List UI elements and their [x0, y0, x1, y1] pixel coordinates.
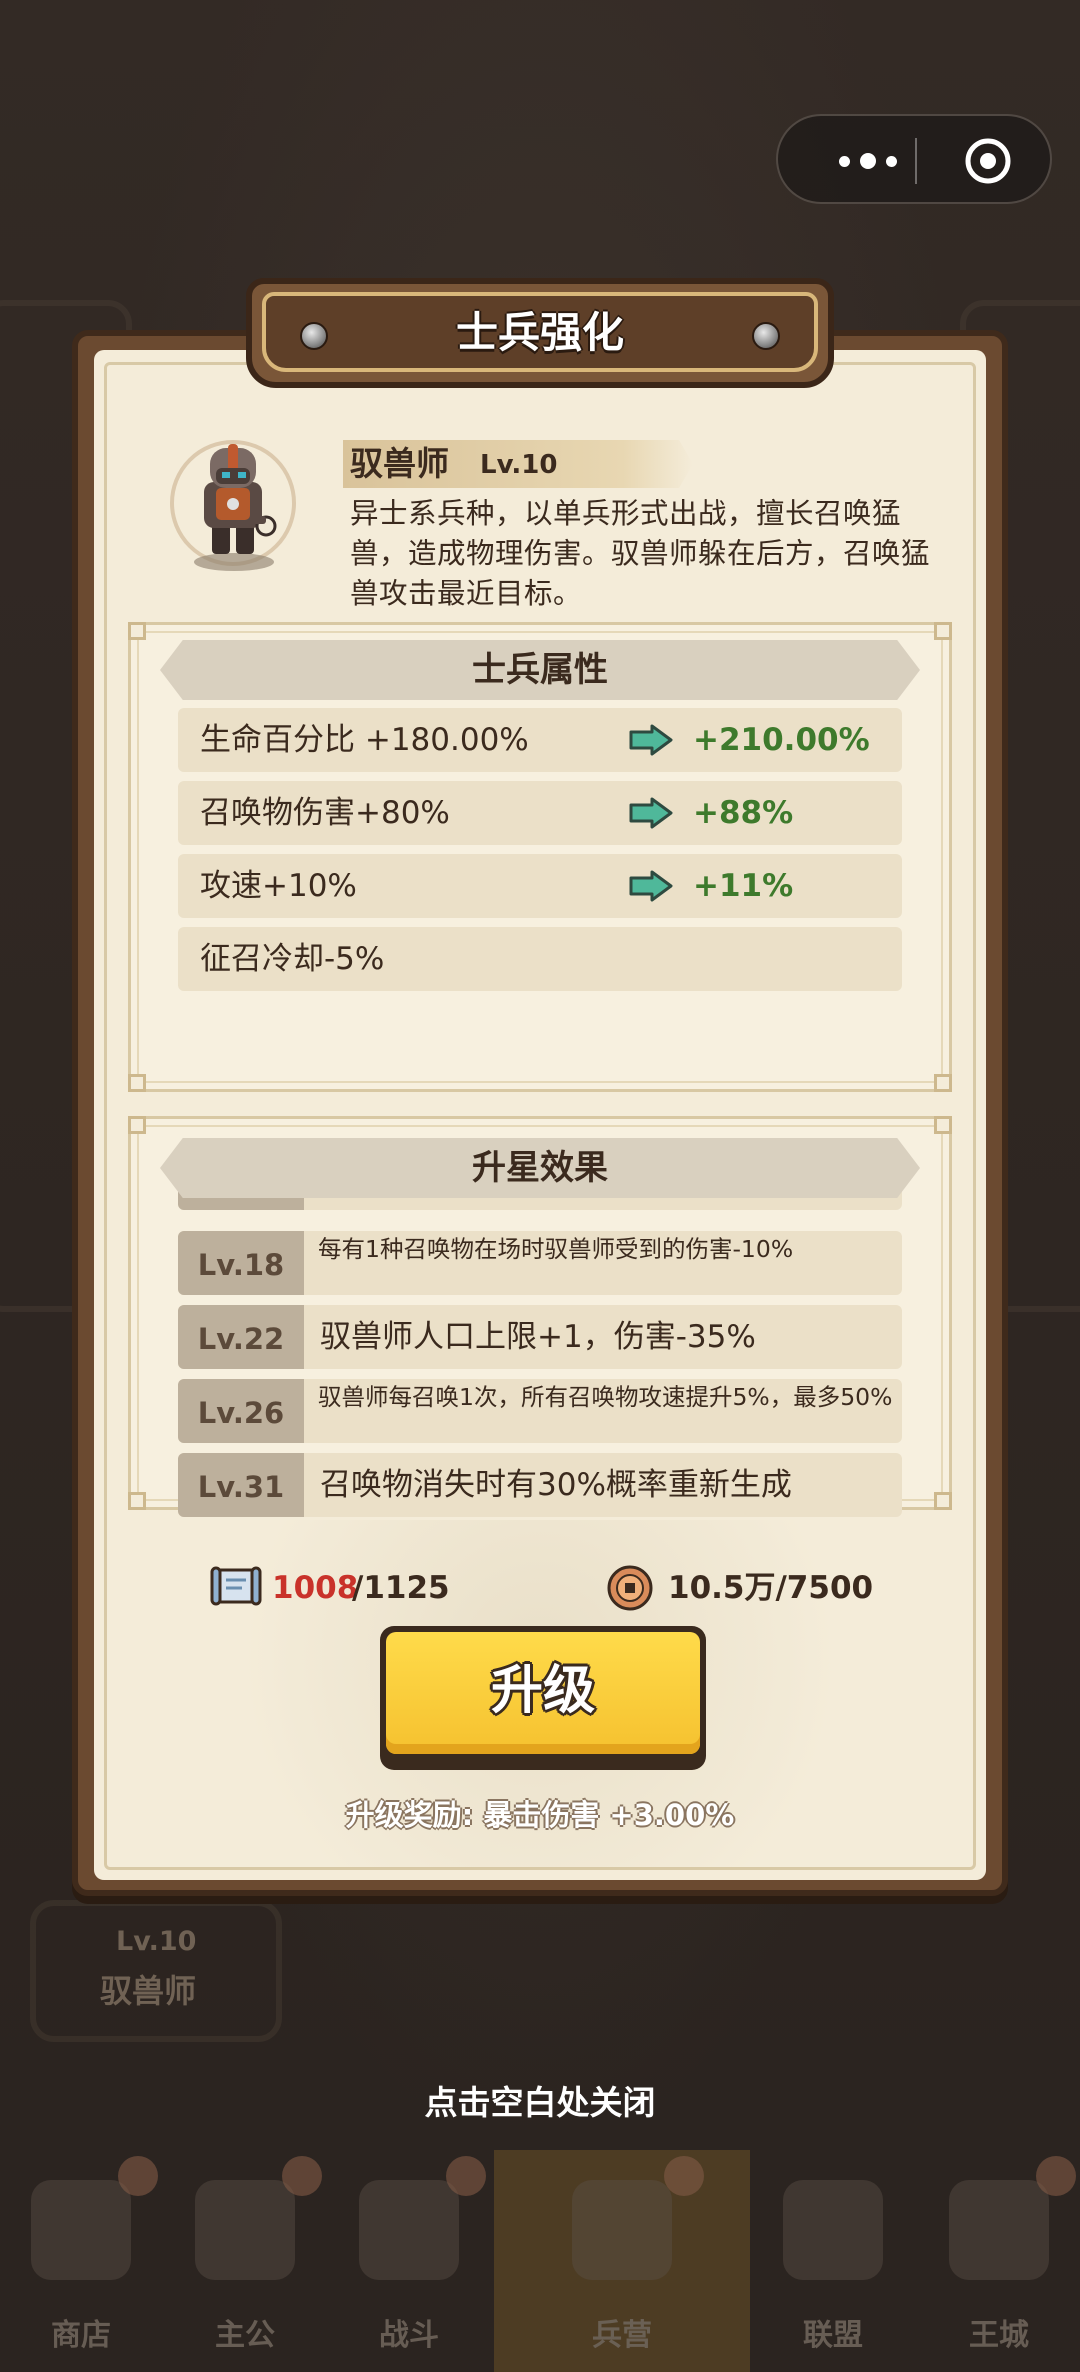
star-effect-row: Lv.31 召唤物消失时有30%概率重新生成: [178, 1453, 902, 1517]
hero-description: 异士系兵种，以单兵形式出战，擅长召唤猛兽，造成物理伤害。驭兽师躲在后方，召唤猛兽…: [350, 497, 931, 610]
alliance-icon: [783, 2180, 883, 2280]
attribute-current: 生命百分比 +180.00%: [200, 722, 529, 758]
star-level: Lv.26: [197, 1396, 285, 1430]
badge-icon: [118, 2156, 158, 2196]
star-effects-header: 升星效果: [472, 1148, 608, 1188]
corner-ornament: [934, 1492, 952, 1510]
attribute-current: 征召冷却-5%: [200, 941, 385, 977]
star-effect-row: Lv.18 每有1种召唤物在场时驭兽师受到的伤害-10%: [178, 1231, 902, 1295]
star-effect-text: 召唤物消失时有30%概率重新生成: [320, 1467, 792, 1503]
corner-ornament: [128, 1492, 146, 1510]
upgrade-arrow-icon: [629, 797, 673, 829]
nav-battle[interactable]: 战斗: [328, 2150, 490, 2372]
shop-icon: [31, 2180, 131, 2280]
nav-label: 王城: [969, 2318, 1029, 2353]
star-level: Lv.22: [197, 1322, 285, 1356]
star-effect-text: 驭兽师人口上限+1，伤害-35%: [320, 1319, 756, 1355]
more-menu-icon[interactable]: [818, 147, 918, 175]
attribute-next: +11%: [693, 868, 794, 904]
attribute-next: +88%: [693, 795, 794, 831]
nav-label: 主公: [215, 2318, 275, 2353]
corner-ornament: [934, 1116, 952, 1134]
corner-ornament: [934, 1074, 952, 1092]
badge-icon: [664, 2156, 704, 2196]
corner-ornament: [128, 1074, 146, 1092]
attribute-next: +210.00%: [693, 722, 870, 758]
nav-royal-city[interactable]: 王城: [918, 2150, 1080, 2372]
upgrade-arrow-icon: [629, 870, 673, 902]
hero-name: 驭兽师: [350, 444, 449, 483]
nav-shop[interactable]: 商店: [0, 2150, 162, 2372]
close-hint[interactable]: 点击空白处关闭: [0, 2076, 1080, 2124]
fragments-owned: 1008: [272, 1570, 359, 1606]
barracks-icon: [572, 2180, 672, 2280]
nav-label: 战斗: [379, 2318, 439, 2353]
close-target-icon[interactable]: [963, 136, 1013, 186]
corner-ornament: [934, 622, 952, 640]
upgrade-reward: 升级奖励: 暴击伤害 +3.00%: [345, 1798, 735, 1832]
lord-icon: [195, 2180, 295, 2280]
attributes-header: 士兵属性: [472, 650, 608, 690]
nav-label: 联盟: [803, 2318, 863, 2353]
corner-ornament: [128, 622, 146, 640]
fragments-required: /1125: [352, 1570, 450, 1606]
star-level: Lv.18: [197, 1248, 285, 1282]
attribute-current: 召唤物伤害+80%: [200, 795, 450, 831]
star-effect-row: Lv.22 驭兽师人口上限+1，伤害-35%: [178, 1305, 902, 1369]
star-level: Lv.31: [197, 1470, 285, 1504]
nav-barracks[interactable]: 兵营: [494, 2150, 750, 2372]
upgrade-button-label[interactable]: 升级: [386, 1636, 700, 1746]
background-card-name: 驭兽师: [100, 1972, 197, 2010]
star-effect-row: Lv.26 驭兽师每召唤1次，所有召唤物攻速提升5%，最多50%: [178, 1379, 902, 1443]
hero-level: Lv.10: [480, 450, 558, 480]
scroll-fragment-icon: [210, 1566, 262, 1606]
royal-city-icon: [949, 2180, 1049, 2280]
nav-label: 商店: [51, 2318, 111, 2353]
upgrade-arrow-icon: [629, 724, 673, 756]
background-card-level: Lv.10: [116, 1926, 197, 1957]
bottom-nav: 商店 主公 战斗 兵营 联盟 王城: [0, 2150, 1080, 2372]
nav-alliance[interactable]: 联盟: [752, 2150, 914, 2372]
badge-icon: [1036, 2156, 1076, 2196]
capsule-divider: [915, 138, 917, 184]
battle-icon: [359, 2180, 459, 2280]
badge-icon: [282, 2156, 322, 2196]
star-effects-list[interactable]: Lv.14 召唤物伤害+10%，召唤数量+1 Lv.18 每有1种召唤物在场时驭…: [176, 1186, 906, 1524]
beast-tamer-avatar: [194, 444, 277, 571]
star-effect-text: 每有1种召唤物在场时驭兽师受到的伤害-10%: [318, 1235, 794, 1263]
nav-label: 兵营: [592, 2318, 652, 2353]
badge-icon: [446, 2156, 486, 2196]
attribute-current: 攻速+10%: [200, 868, 357, 904]
miniprogram-capsule: [776, 114, 1052, 204]
star-effect-text: 驭兽师每召唤1次，所有召唤物攻速提升5%，最多50%: [318, 1383, 893, 1411]
coin-icon: [607, 1565, 653, 1611]
corner-ornament: [128, 1116, 146, 1134]
nav-lord[interactable]: 主公: [164, 2150, 326, 2372]
coin-cost: 10.5万/7500: [668, 1570, 874, 1606]
panel-title: 士兵强化: [455, 308, 624, 357]
